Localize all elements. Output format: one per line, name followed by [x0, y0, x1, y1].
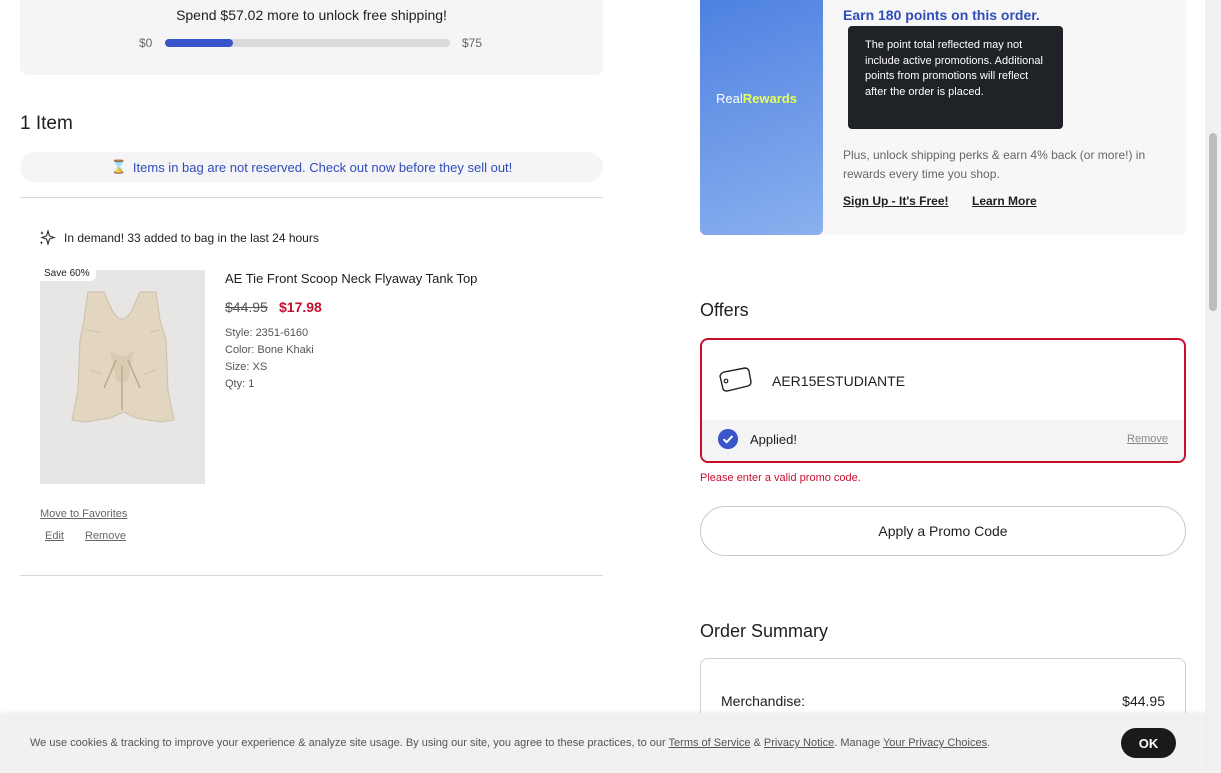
points-tooltip: The point total reflected may not includ… — [848, 26, 1063, 129]
tank-top-illustration — [40, 270, 205, 484]
scrollbar-thumb[interactable] — [1209, 133, 1217, 311]
privacy-notice-link[interactable]: Privacy Notice — [764, 737, 834, 749]
remove-item-link[interactable]: Remove — [85, 530, 126, 542]
product-image[interactable] — [40, 270, 205, 484]
hourglass-icon: ⌛ — [110, 159, 127, 174]
rewards-panel: RealRewards Earn 180 points on this orde… — [700, 0, 1186, 235]
offer-applied-status: Applied! — [750, 432, 797, 447]
original-price: $44.95 — [225, 299, 268, 315]
save-badge: Save 60% — [38, 266, 96, 281]
promo-error-message: Please enter a valid promo code. — [700, 472, 861, 484]
terms-of-service-link[interactable]: Terms of Service — [669, 737, 751, 749]
bag-item-count: 1 Item — [20, 113, 73, 134]
offer-status-bar: Applied! Remove — [702, 420, 1184, 461]
order-summary-heading: Order Summary — [700, 621, 829, 641]
demand-text: In demand! 33 added to bag in the last 2… — [64, 231, 319, 245]
product-style: Style: 2351-6160 — [225, 327, 309, 339]
cookie-text: We use cookies & tracking to improve you… — [30, 737, 991, 749]
privacy-choices-link[interactable]: Your Privacy Choices — [883, 737, 987, 749]
product-qty: Qty: 1 — [225, 378, 255, 390]
sign-up-link[interactable]: Sign Up - It's Free! — [843, 194, 949, 208]
product-size: Size: XS — [225, 361, 268, 373]
apply-promo-code-button[interactable]: Apply a Promo Code — [700, 506, 1186, 556]
free-shipping-message: Spend $57.02 more to unlock free shippin… — [176, 7, 447, 23]
merchandise-value: $44.95 — [1122, 693, 1165, 709]
earn-points-text[interactable]: Earn 180 points on this order. — [843, 7, 1040, 23]
offers-heading: Offers — [700, 300, 749, 320]
page-scrollbar[interactable] — [1205, 0, 1221, 773]
divider — [20, 575, 603, 576]
product-color: Color: Bone Khaki — [225, 344, 314, 356]
shipping-max-label: $75 — [462, 36, 483, 50]
remove-offer-link[interactable]: Remove — [1127, 433, 1168, 445]
sale-price: $17.98 — [279, 299, 322, 315]
divider — [20, 197, 603, 198]
shipping-progress-fill — [165, 39, 234, 47]
real-rewards-logo: RealRewards — [716, 91, 797, 106]
sparkle-icon — [39, 229, 56, 246]
promo-code: AER15ESTUDIANTE — [772, 373, 906, 389]
check-circle-icon — [718, 429, 738, 449]
cookie-banner: We use cookies & tracking to improve you… — [0, 713, 1205, 773]
move-to-favorites-link[interactable]: Move to Favorites — [40, 508, 127, 520]
shipping-min-label: $0 — [139, 36, 153, 50]
cookie-ok-button[interactable]: OK — [1121, 728, 1176, 758]
product-name[interactable]: AE Tie Front Scoop Neck Flyaway Tank Top — [225, 271, 477, 286]
rewards-banner: RealRewards — [700, 0, 823, 235]
rewards-description: Plus, unlock shipping perks & earn 4% ba… — [843, 148, 1146, 181]
reserve-notice: ⌛ Items in bag are not reserved. Check o… — [20, 152, 603, 182]
reserve-notice-text: Items in bag are not reserved. Check out… — [132, 159, 513, 175]
demand-notice: In demand! 33 added to bag in the last 2… — [38, 229, 319, 247]
learn-more-link[interactable]: Learn More — [972, 194, 1037, 208]
merchandise-label: Merchandise: — [721, 693, 806, 709]
free-shipping-banner: Spend $57.02 more to unlock free shippin… — [20, 0, 603, 75]
coupon-tag-icon — [719, 367, 752, 392]
applied-offer-card: AER15ESTUDIANTE Applied! Remove — [700, 338, 1186, 463]
shipping-progress-bar — [165, 39, 450, 47]
edit-item-link[interactable]: Edit — [45, 530, 64, 542]
